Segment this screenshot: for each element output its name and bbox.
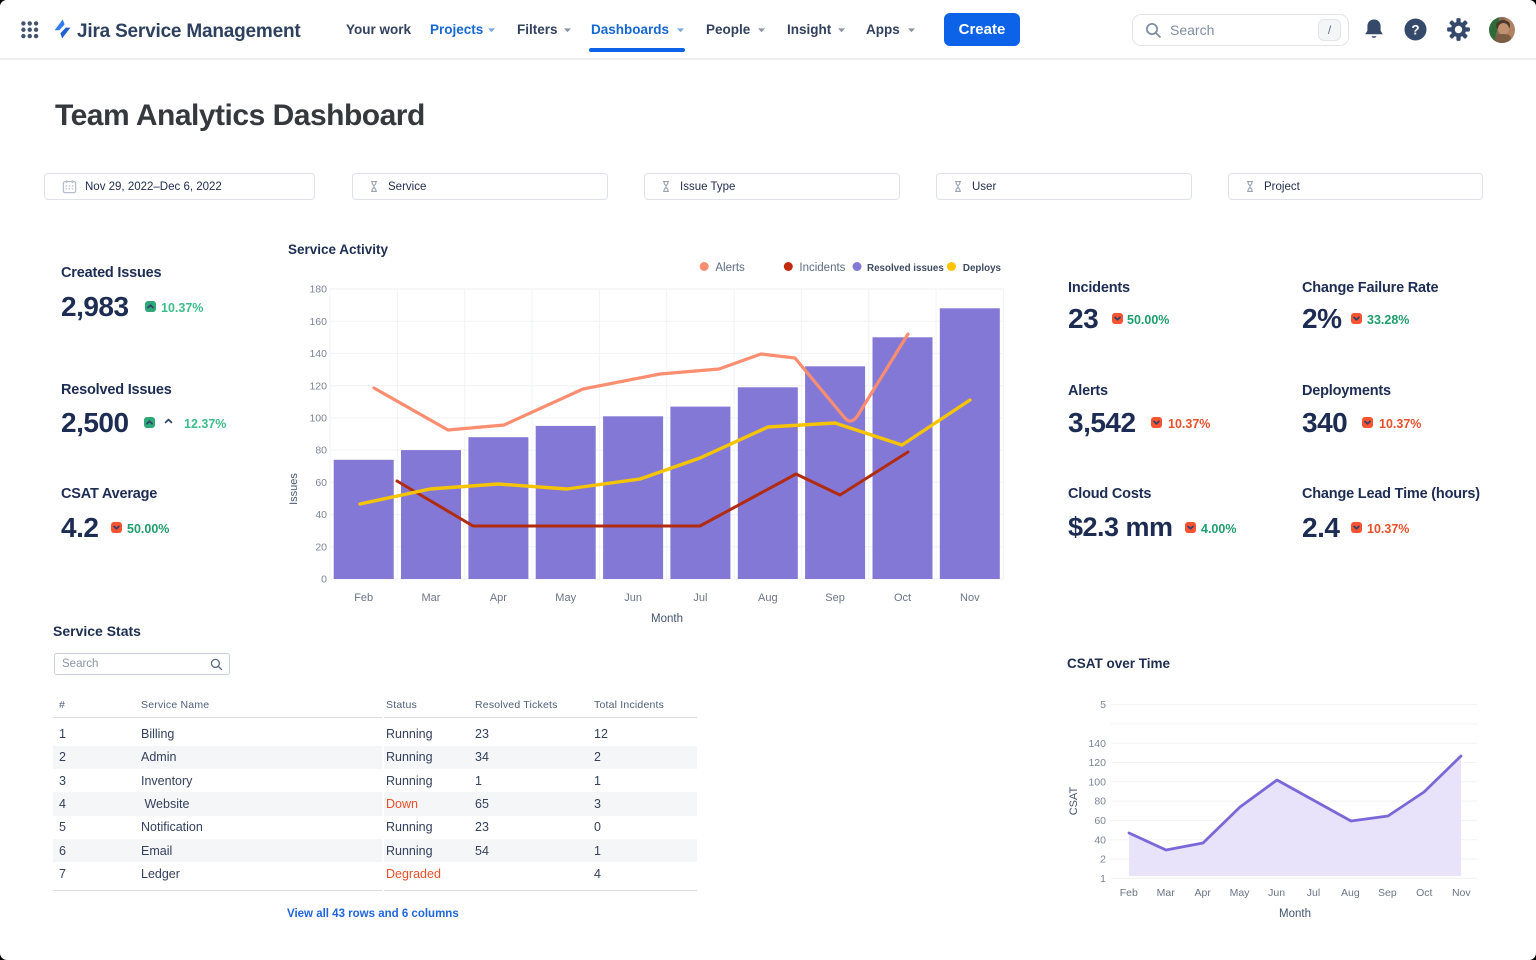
- svg-text:Feb: Feb: [1120, 887, 1138, 899]
- svg-text:Incidents: Incidents: [799, 262, 845, 274]
- svg-text:Deploys: Deploys: [963, 263, 1002, 274]
- svg-text:Nov: Nov: [960, 592, 980, 604]
- svg-text:180: 180: [309, 284, 327, 296]
- svg-text:140: 140: [1088, 738, 1106, 750]
- svg-text:Mar: Mar: [1157, 887, 1176, 899]
- svg-text:May: May: [555, 592, 576, 604]
- svg-text:Jun: Jun: [624, 592, 642, 604]
- svg-text:Sep: Sep: [825, 592, 845, 604]
- svg-text:120: 120: [1088, 757, 1106, 769]
- svg-text:Mar: Mar: [422, 592, 441, 604]
- svg-text:20: 20: [315, 541, 327, 553]
- svg-text:CSAT over Time: CSAT over Time: [1067, 656, 1171, 671]
- svg-text:Jul: Jul: [693, 592, 707, 604]
- svg-text:100: 100: [309, 413, 327, 425]
- svg-text:120: 120: [309, 380, 327, 392]
- svg-text:Apr: Apr: [490, 592, 507, 604]
- svg-text:Sep: Sep: [1378, 887, 1397, 899]
- svg-text:Service Activity: Service Activity: [288, 242, 389, 257]
- svg-text:1: 1: [1100, 873, 1106, 885]
- svg-text:0: 0: [321, 574, 327, 586]
- svg-text:Month: Month: [651, 613, 683, 625]
- svg-text:5: 5: [1100, 699, 1106, 711]
- svg-text:Nov: Nov: [1452, 887, 1471, 899]
- svg-text:Issues: Issues: [288, 473, 300, 505]
- svg-text:80: 80: [1094, 796, 1106, 808]
- svg-text:?: ?: [1411, 23, 1419, 38]
- svg-text:60: 60: [1094, 815, 1106, 827]
- svg-text:40: 40: [1094, 834, 1106, 846]
- svg-text:160: 160: [309, 316, 327, 328]
- svg-text:Aug: Aug: [1341, 887, 1360, 899]
- svg-text:Jul: Jul: [1307, 887, 1320, 899]
- svg-text:Feb: Feb: [354, 592, 373, 604]
- svg-text:Alerts: Alerts: [715, 262, 745, 274]
- svg-text:Resolved issues: Resolved issues: [867, 263, 944, 274]
- svg-text:40: 40: [315, 509, 327, 521]
- svg-text:Oct: Oct: [894, 592, 911, 604]
- svg-text:80: 80: [315, 445, 327, 457]
- svg-text:CSAT: CSAT: [1068, 786, 1080, 815]
- svg-text:Apr: Apr: [1195, 887, 1212, 899]
- svg-text:Jun: Jun: [1268, 887, 1285, 899]
- svg-text:Month: Month: [1279, 908, 1311, 920]
- svg-text:60: 60: [315, 477, 327, 489]
- svg-text:100: 100: [1088, 776, 1106, 788]
- svg-text:2: 2: [1100, 854, 1106, 866]
- svg-text:Oct: Oct: [1416, 887, 1432, 899]
- svg-text:May: May: [1230, 887, 1251, 899]
- svg-text:Aug: Aug: [758, 592, 778, 604]
- svg-text:140: 140: [309, 348, 327, 360]
